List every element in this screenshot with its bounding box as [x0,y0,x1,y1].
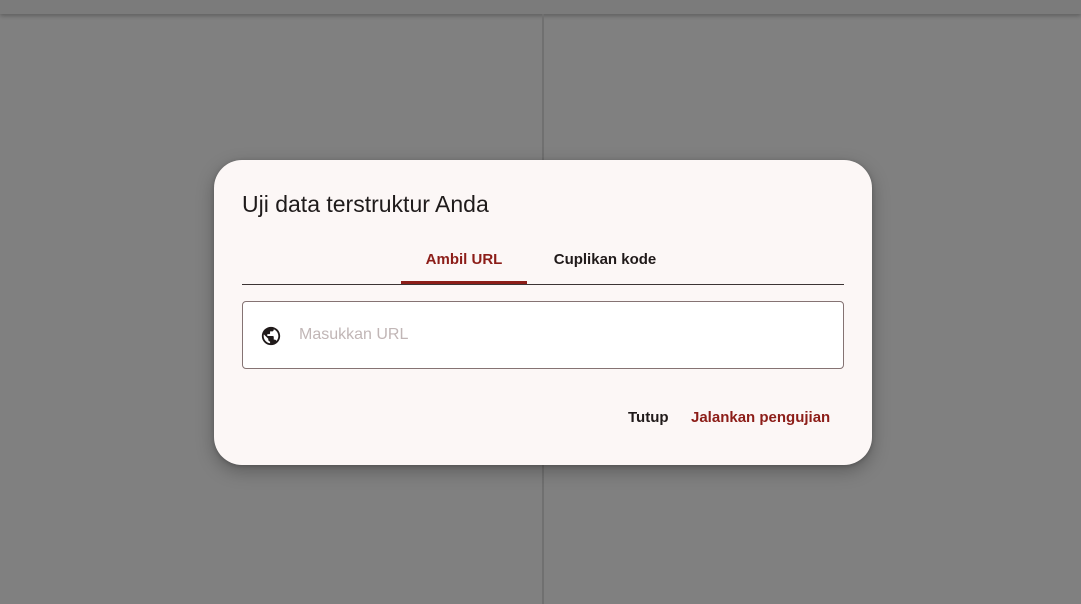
url-field[interactable] [242,301,844,369]
close-button[interactable]: Tutup [618,400,679,436]
tab-fetch-url[interactable]: Ambil URL [401,238,527,284]
test-structured-data-dialog: Uji data terstruktur Anda Ambil URL Cupl… [214,160,872,465]
tab-code-snippet[interactable]: Cuplikan kode [539,238,671,284]
tab-bar: Ambil URL Cuplikan kode [242,238,844,285]
url-input[interactable] [299,316,819,354]
run-test-button[interactable]: Jalankan pengujian [681,400,840,436]
globe-icon [261,326,281,346]
dialog-title: Uji data terstruktur Anda [242,191,489,217]
top-app-bar [0,0,1081,14]
